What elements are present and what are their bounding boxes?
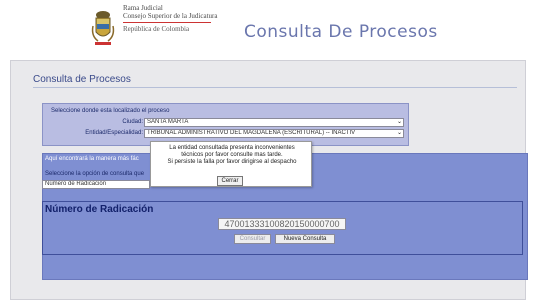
org-line-3: República de Colombia	[123, 25, 190, 33]
close-button[interactable]: Cerrar	[217, 176, 243, 186]
radicacion-title: Número de Radicación	[45, 204, 154, 215]
error-message-line-2: técnicos por favor consulte mas tarde.	[181, 152, 283, 158]
chevron-down-icon: ⌄	[396, 119, 402, 125]
page-title: Consulta de Procesos	[33, 74, 131, 85]
search-option-label: Seleccione la opción de consulta que	[45, 171, 145, 177]
entidad-label: Entidad/Especialidad:	[85, 130, 143, 136]
ciudad-label: Ciudad:	[122, 119, 143, 125]
search-intro-text: Aquí encontrará la manera más fác	[45, 156, 139, 162]
error-message: La entidad consultada presenta inconveni…	[151, 145, 313, 166]
ciudad-value: SANTA MARTA	[147, 119, 189, 125]
title-divider	[33, 87, 517, 88]
location-section-label: Seleccione donde esta localizado el proc…	[51, 108, 170, 114]
radicacion-number-input[interactable]: 47001333100820150000700	[218, 218, 346, 230]
org-line-2: Consejo Superior de la Judicatura	[123, 12, 218, 20]
entidad-value: TRIBUNAL ADMINISTRATIVO DEL MAGDALENA (E…	[147, 130, 356, 136]
org-name: Rama Judicial Consejo Superior de la Jud…	[123, 4, 217, 33]
search-option-select[interactable]: Número de Radicación	[42, 180, 150, 189]
org-line-1: Rama Judicial	[123, 4, 163, 12]
ciudad-select[interactable]: SANTA MARTA ⌄	[144, 118, 404, 127]
error-message-line-3: Si persiste la falla por favor dirigirse…	[167, 159, 297, 165]
nueva-consulta-button[interactable]: Nueva Consulta	[275, 234, 335, 244]
search-option-value: Número de Radicación	[45, 181, 107, 187]
error-dialog: La entidad consultada presenta inconveni…	[150, 141, 312, 187]
consultar-button[interactable]: Consultar	[234, 234, 271, 244]
site-header: Rama Judicial Consejo Superior de la Jud…	[0, 0, 535, 58]
org-divider	[123, 22, 211, 23]
site-title: Consulta De Procesos	[244, 22, 438, 42]
chevron-down-icon: ⌄	[396, 130, 402, 136]
entidad-select[interactable]: TRIBUNAL ADMINISTRATIVO DEL MAGDALENA (E…	[144, 129, 404, 138]
coat-of-arms-icon	[91, 11, 115, 45]
error-message-line-1: La entidad consultada presenta inconveni…	[169, 145, 295, 151]
